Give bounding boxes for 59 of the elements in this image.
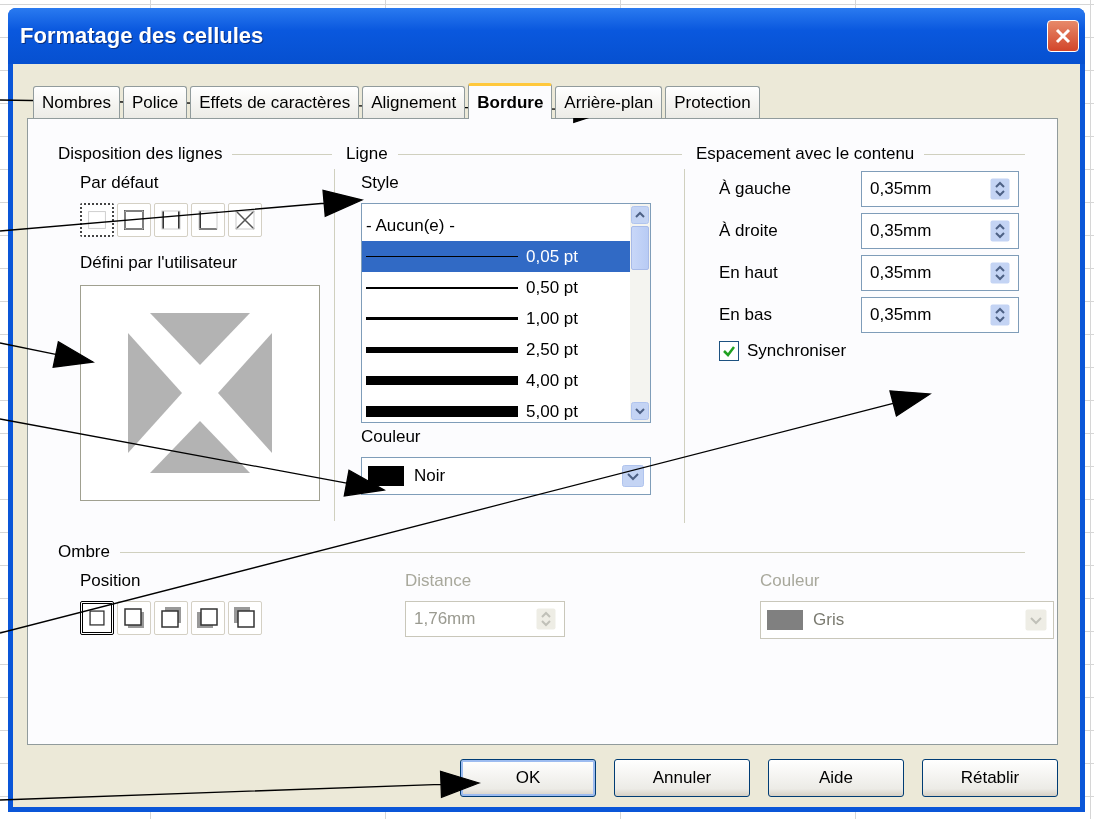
tab[interactable]: Nombres	[33, 86, 120, 118]
dropdown-value: Noir	[414, 466, 447, 486]
field-label: À droite	[719, 221, 778, 241]
scrollbar[interactable]	[630, 204, 650, 422]
tab[interactable]: Alignement	[362, 86, 466, 118]
spin-field[interactable]: 0,35mm	[861, 171, 1019, 207]
checkmark-icon	[722, 344, 736, 358]
dialog-button[interactable]: Rétablir	[922, 759, 1058, 797]
group-heading: Disposition des lignes	[58, 144, 223, 164]
field-label: Position	[80, 570, 141, 592]
tab[interactable]: Effets de caractères	[190, 86, 360, 118]
spin-arrows-icon	[990, 304, 1010, 326]
spin-field[interactable]: 0,35mm	[861, 297, 1019, 333]
spin-arrows-icon	[990, 262, 1010, 284]
spin-field[interactable]: 0,35mm	[861, 255, 1019, 291]
dialog-button[interactable]: Aide	[768, 759, 904, 797]
list-item[interactable]: 2,50 pt	[362, 334, 630, 365]
list-item[interactable]: 0,50 pt	[362, 272, 630, 303]
group-heading: Ligne	[346, 144, 388, 164]
field-label: En bas	[719, 305, 772, 325]
dropdown-value: Gris	[813, 610, 846, 630]
dialog-button[interactable]: OK	[460, 759, 596, 797]
tab[interactable]: Police	[122, 86, 188, 118]
window-title: Formatage des cellules	[20, 23, 264, 49]
field-label: En haut	[719, 263, 778, 283]
synchronize-checkbox[interactable]: Synchroniser	[719, 341, 847, 361]
scroll-thumb[interactable]	[631, 226, 649, 270]
field-label: Défini par l'utilisateur	[80, 252, 238, 274]
scroll-down-icon	[631, 402, 649, 420]
scroll-up-icon	[631, 206, 649, 224]
field-label: Distance	[405, 570, 472, 592]
list-item[interactable]: - Aucun(e) -	[362, 210, 630, 241]
group-heading: Ombre	[58, 542, 110, 562]
spin-field[interactable]: 0,35mm	[861, 213, 1019, 249]
group-heading: Espacement avec le contenu	[696, 144, 915, 164]
field-label: Couleur	[760, 570, 820, 592]
field-label: À gauche	[719, 179, 791, 199]
field-label: Par défaut	[80, 172, 159, 194]
tab[interactable]: Bordure	[468, 83, 553, 119]
shadow-position-button[interactable]	[80, 601, 114, 635]
color-dropdown[interactable]: Noir	[361, 457, 651, 495]
dialog-button[interactable]: Annuler	[614, 759, 750, 797]
border-preset-button[interactable]	[80, 203, 114, 237]
tab[interactable]: Arrière-plan	[555, 86, 663, 118]
field-label: Couleur	[361, 426, 421, 448]
spin-arrows-icon	[990, 220, 1010, 242]
field-label: Style	[361, 172, 399, 194]
list-item[interactable]: 5,00 pt	[362, 396, 630, 422]
close-button[interactable]	[1047, 20, 1079, 52]
close-icon	[1054, 27, 1072, 45]
tab[interactable]: Protection	[665, 86, 760, 118]
border-preview[interactable]	[80, 285, 320, 501]
list-item[interactable]: 1,00 pt	[362, 303, 630, 334]
list-item[interactable]: 4,00 pt	[362, 365, 630, 396]
spin-arrows-icon	[536, 608, 556, 630]
checkbox[interactable]	[719, 341, 739, 361]
line-style-list[interactable]: - Aucun(e) - 0,05 pt 0,50 pt 1,00 pt 2,50 pt 4,00 pt 5,00 pt	[361, 203, 651, 423]
list-item[interactable]: 0,05 pt	[362, 241, 630, 272]
spin-arrows-icon	[990, 178, 1010, 200]
